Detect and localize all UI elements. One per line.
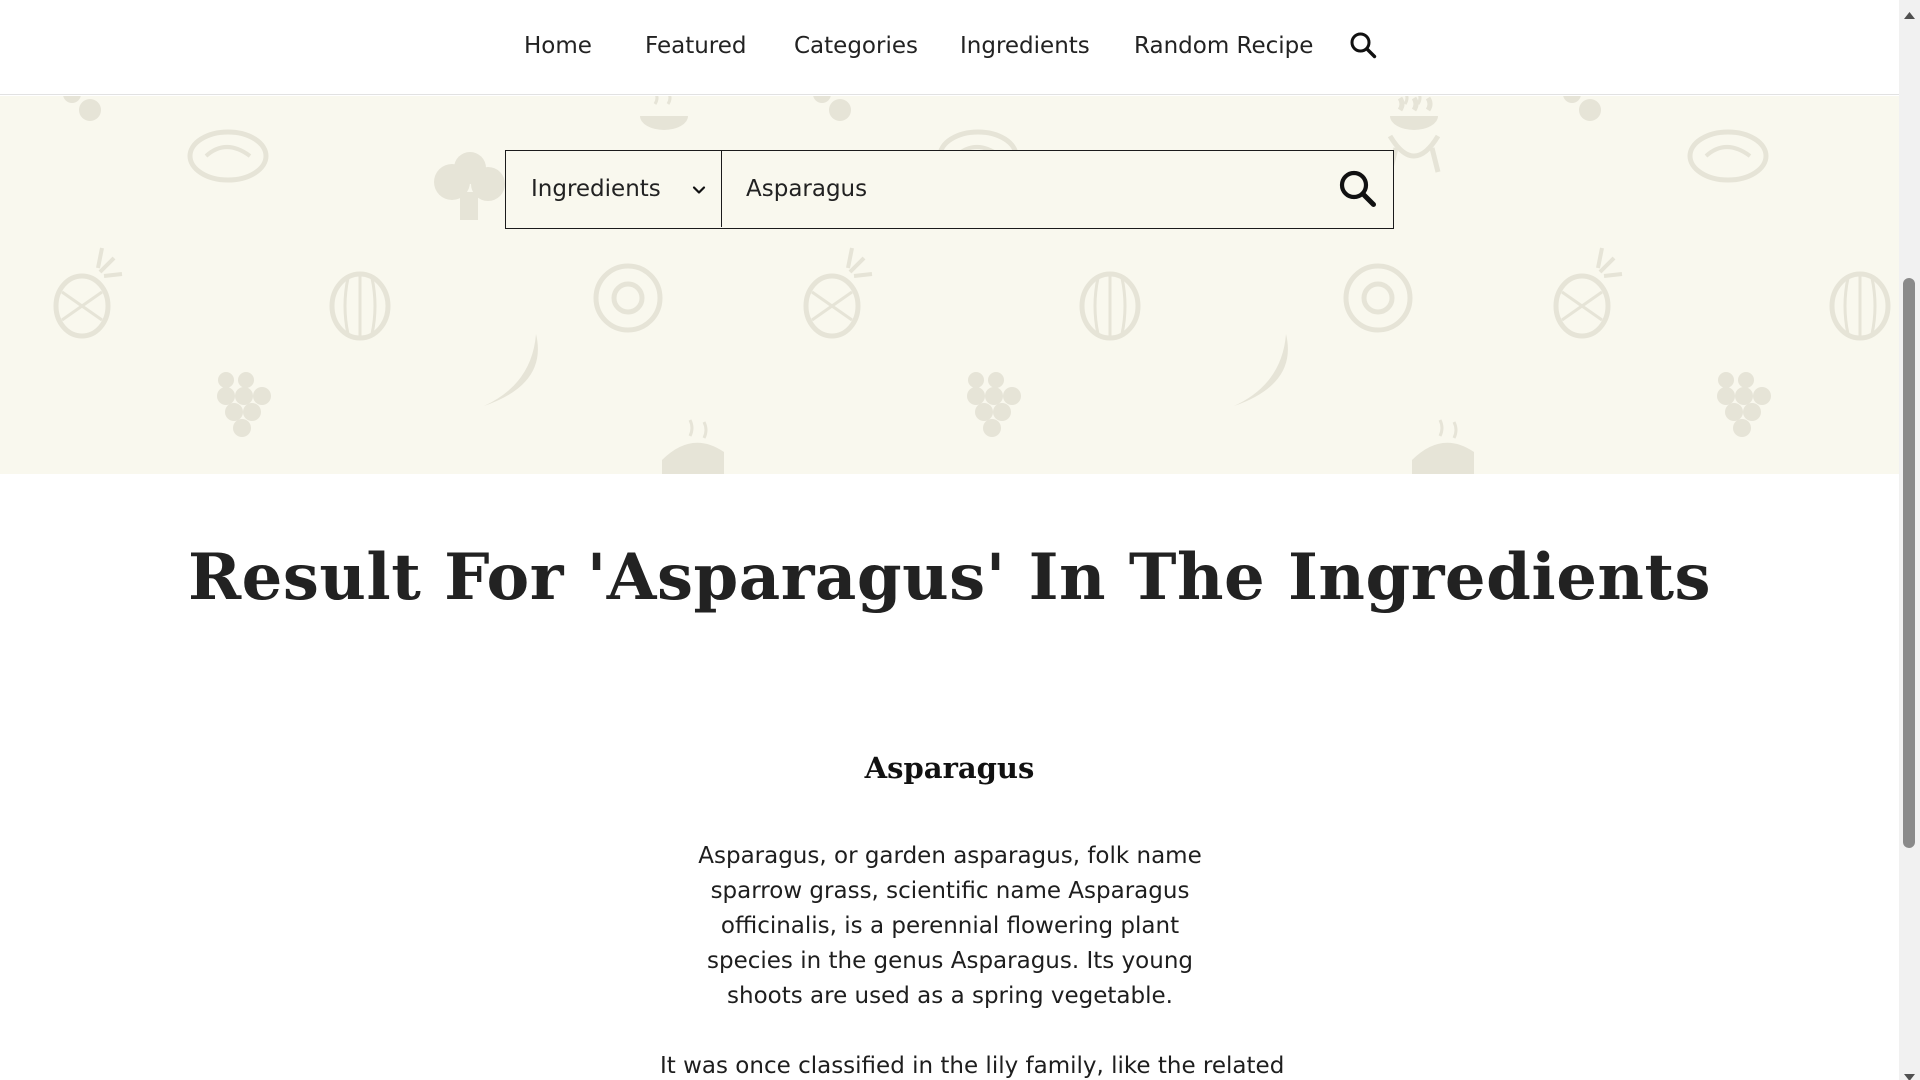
nav-ingredients-link[interactable]: Ingredients [960, 30, 1090, 62]
search-bar: Ingredients [505, 150, 1394, 229]
nav-random-recipe-link[interactable]: Random Recipe [1134, 30, 1313, 62]
ingredient-name: Asparagus [864, 751, 1035, 785]
ingredient-description-continued: It was once classified in the lily famil… [660, 1053, 1285, 1079]
ingredient-description: Asparagus, or garden asparagus, folk nam… [698, 843, 1202, 1009]
page-scrollbar[interactable] [1899, 0, 1920, 1080]
scrollbar-thumb[interactable] [1903, 278, 1915, 848]
nav-featured-link[interactable]: Featured [645, 30, 747, 62]
search-input[interactable] [724, 151, 1314, 227]
scroll-down-arrow-icon[interactable] [1904, 1067, 1915, 1080]
search-category-value: Ingredients [531, 176, 661, 202]
scroll-up-arrow-icon[interactable] [1904, 4, 1915, 19]
search-submit-button[interactable] [1338, 169, 1378, 209]
page-title: Result For 'Asparagus' In The Ingredient… [187, 540, 1712, 615]
chevron-down-icon [692, 182, 706, 196]
search-icon [1339, 170, 1376, 207]
nav-home-link[interactable]: Home [524, 30, 592, 62]
search-category-select[interactable]: Ingredients [506, 151, 722, 227]
nav-categories-link[interactable]: Categories [794, 30, 918, 62]
top-navigation: Home Featured Categories Ingredients Ran… [0, 0, 1899, 95]
search-icon[interactable] [1349, 31, 1377, 59]
